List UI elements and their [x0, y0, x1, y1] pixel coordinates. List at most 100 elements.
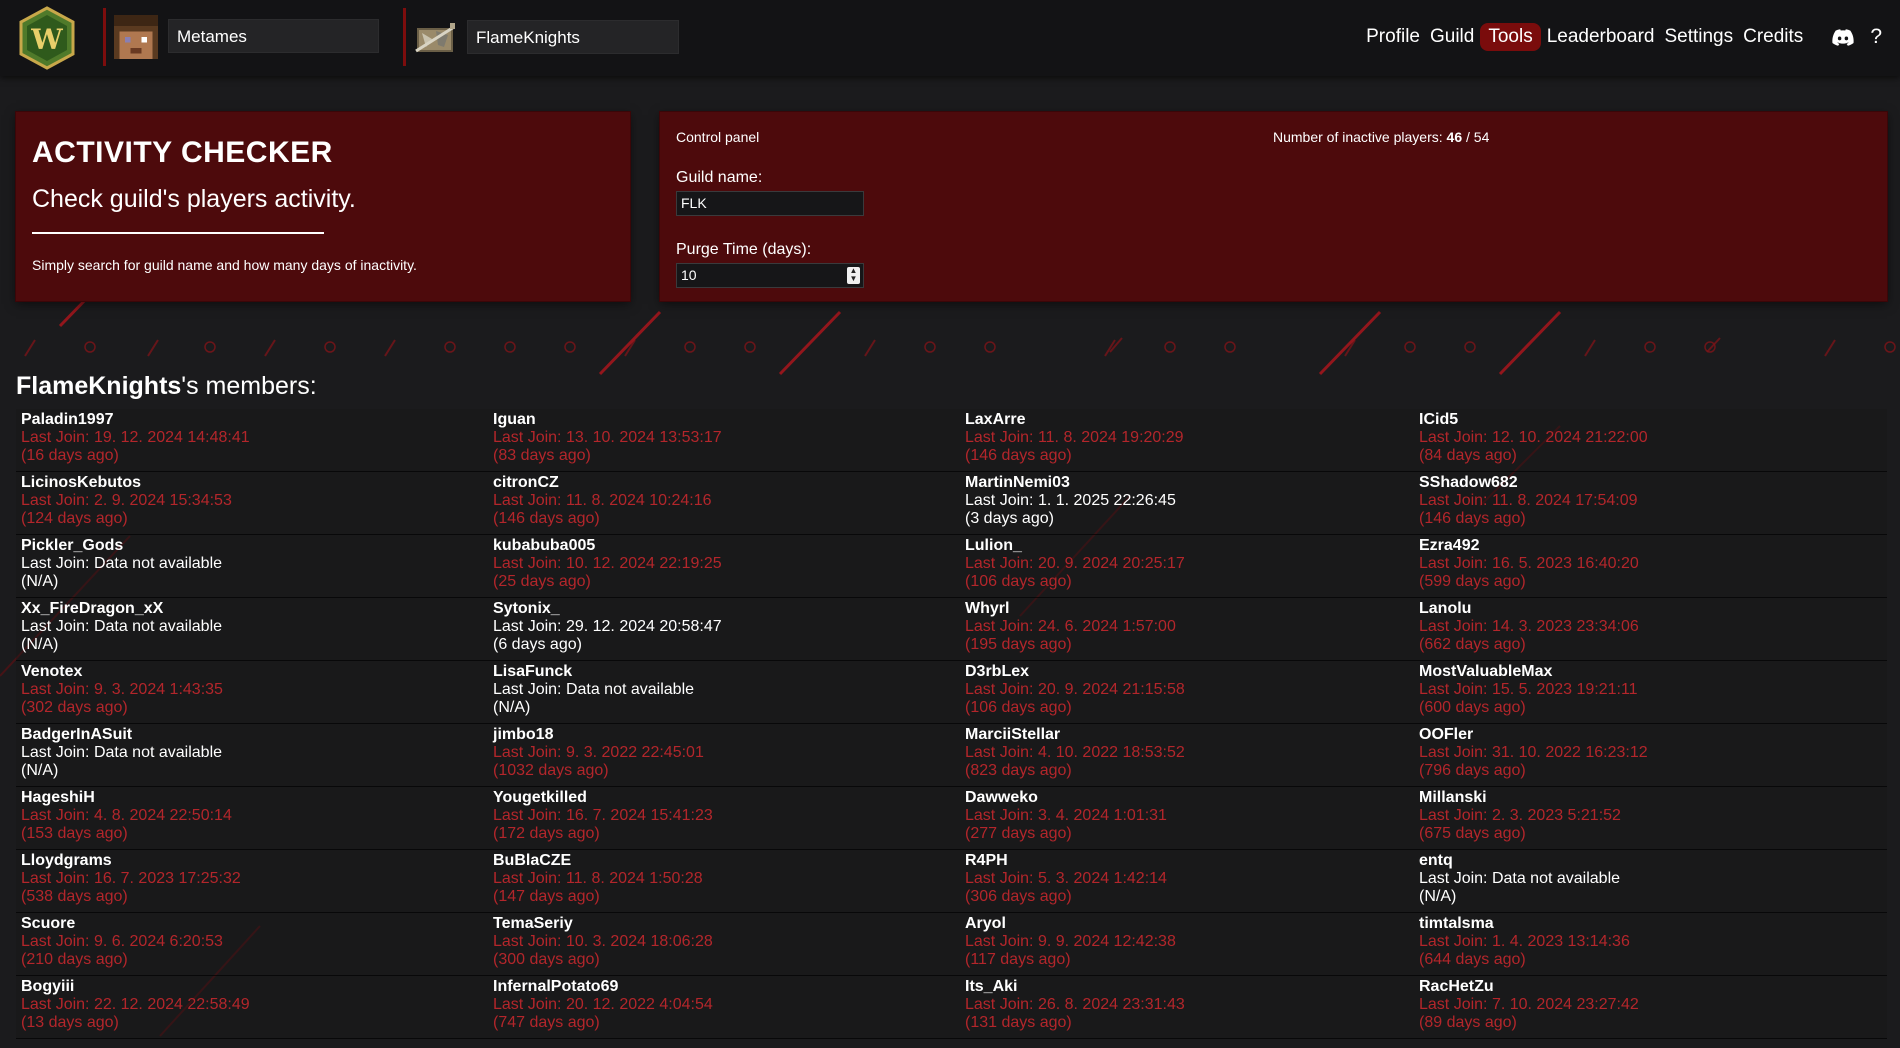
member-name[interactable]: SShadow682 [1419, 474, 1887, 492]
member-name[interactable]: Lulion_ [965, 537, 1414, 555]
member-name[interactable]: Its_Aki [965, 978, 1414, 996]
last-join-value: Data not available [93, 555, 223, 572]
member-card: Bogyiii Last Join: 22. 12. 2024 22:58:49(… [16, 976, 488, 1039]
member-card: MostValuableMax Last Join: 15. 5. 2023 19… [1414, 661, 1887, 724]
player-search-input[interactable]: Metames [168, 19, 379, 53]
member-name[interactable]: MostValuableMax [1419, 663, 1887, 681]
member-name[interactable]: D3rbLex [965, 663, 1414, 681]
page-description: Simply search for guild name and how man… [32, 257, 417, 273]
member-days-ago: (210 days ago) [21, 951, 128, 968]
member-name[interactable]: LaxArre [965, 411, 1414, 429]
member-card: Xx_FireDragon_xX Last Join: Data not avai… [16, 598, 488, 661]
member-name[interactable]: Millanski [1419, 789, 1887, 807]
member-last-join: Last Join: 31. 10. 2022 16:23:12 [1419, 744, 1887, 762]
member-name[interactable]: Venotex [21, 663, 488, 681]
control-panel-title: Control panel [676, 129, 760, 145]
member-name[interactable]: Aryol [965, 915, 1414, 933]
member-name[interactable]: BadgerInASuit [21, 726, 488, 744]
member-name[interactable]: HageshiH [21, 789, 488, 807]
member-name[interactable]: MartinNemi03 [965, 474, 1414, 492]
member-card: D3rbLex Last Join: 20. 9. 2024 21:15:58 (1… [960, 661, 1414, 724]
member-name[interactable]: Pickler_Gods [21, 537, 488, 555]
last-join-prefix: Last Join: [21, 996, 94, 1013]
member-card: InfernalPotato69 Last Join: 20. 12. 2022 … [488, 976, 960, 1039]
guild-name-input[interactable]: FLK [676, 191, 864, 216]
member-card: timtalsma Last Join: 1. 4. 2023 13:14:36(… [1414, 913, 1887, 976]
member-name[interactable]: Yougetkilled [493, 789, 960, 807]
member-name[interactable]: Bogyiii [21, 978, 488, 996]
member-name[interactable]: RacHetZu [1419, 978, 1887, 996]
member-name[interactable]: MarciiStellar [965, 726, 1414, 744]
last-join-prefix: Last Join: [965, 429, 1038, 446]
member-card: ICid5 Last Join: 12. 10. 2024 21:22:00 (84… [1414, 409, 1887, 472]
member-last-join: Last Join: 1. 4. 2023 13:14:36 [1419, 933, 1887, 951]
member-days-ago: (124 days ago) [21, 510, 128, 527]
member-days-ago: (147 days ago) [493, 888, 600, 905]
member-days-ago: (6 days ago) [493, 636, 582, 653]
member-days-ago: (662 days ago) [1419, 636, 1526, 653]
member-name[interactable]: Sytonix_ [493, 600, 960, 618]
member-name[interactable]: citronCZ [493, 474, 960, 492]
number-spinner-icon[interactable]: ▲ ▼ [847, 267, 860, 284]
member-name[interactable]: Paladin1997 [21, 411, 488, 429]
site-logo-icon[interactable]: W [17, 6, 77, 70]
member-name[interactable]: jimbo18 [493, 726, 960, 744]
nav-credits[interactable]: Credits [1739, 23, 1807, 51]
member-name[interactable]: ICid5 [1419, 411, 1887, 429]
discord-icon[interactable] [1832, 28, 1854, 46]
guild-search-input[interactable]: FlameKnights [467, 20, 679, 54]
member-name[interactable]: Whyrl [965, 600, 1414, 618]
last-join-value: 31. 10. 2022 16:23:12 [1491, 744, 1648, 761]
purge-time-value: 10 [681, 267, 697, 283]
member-name[interactable]: TemaSeriy [493, 915, 960, 933]
last-join-value: 16. 5. 2023 16:40:20 [1491, 555, 1639, 572]
member-days-ago: (300 days ago) [493, 951, 600, 968]
member-name[interactable]: Xx_FireDragon_xX [21, 600, 488, 618]
member-card: Paladin1997 Last Join: 19. 12. 2024 14:48… [16, 409, 488, 472]
member-last-join: Last Join: 16. 7. 2023 17:25:32 [21, 870, 488, 888]
member-days-ago: (195 days ago) [965, 636, 1072, 653]
member-last-join: Last Join: Data not available [1419, 870, 1887, 888]
last-join-value: 10. 3. 2024 18:06:28 [565, 933, 713, 950]
member-days-ago: (823 days ago) [965, 762, 1072, 779]
member-name[interactable]: LisaFunck [493, 663, 960, 681]
nav-guild[interactable]: Guild [1426, 23, 1478, 51]
member-name[interactable]: entq [1419, 852, 1887, 870]
member-days-ago: (N/A) [493, 699, 531, 716]
member-name[interactable]: timtalsma [1419, 915, 1887, 933]
member-name[interactable]: Lanolu [1419, 600, 1887, 618]
member-name[interactable]: Iguan [493, 411, 960, 429]
member-name[interactable]: BuBlaCZE [493, 852, 960, 870]
member-card: RacHetZu Last Join: 7. 10. 2024 23:27:42(… [1414, 976, 1887, 1039]
member-days-ago: (N/A) [21, 573, 59, 590]
nav-profile[interactable]: Profile [1362, 23, 1424, 51]
last-join-prefix: Last Join: [493, 429, 566, 446]
member-card: Venotex Last Join: 9. 3. 2024 1:43:35 (302… [16, 661, 488, 724]
last-join-prefix: Last Join: [21, 870, 94, 887]
member-name[interactable]: R4PH [965, 852, 1414, 870]
member-name[interactable]: Dawweko [965, 789, 1414, 807]
member-name[interactable]: LicinosKebutos [21, 474, 488, 492]
member-days-ago: (13 days ago) [21, 1014, 119, 1031]
member-last-join: Last Join: 2. 9. 2024 15:34:53 [21, 492, 488, 510]
member-last-join: Last Join: 4. 8. 2024 22:50:14 [21, 807, 488, 825]
member-name[interactable]: Lloydgrams [21, 852, 488, 870]
nav-tools[interactable]: Tools [1480, 23, 1541, 51]
nav-leaderboard[interactable]: Leaderboard [1543, 23, 1659, 51]
last-join-value: 3. 4. 2024 1:01:31 [1037, 807, 1167, 824]
member-last-join: Last Join: 13. 10. 2024 13:53:17 [493, 429, 960, 447]
purge-time-input[interactable]: 10 ▲ ▼ [676, 263, 864, 288]
last-join-value: 5. 3. 2024 1:42:14 [1037, 870, 1167, 887]
member-days-ago: (N/A) [1419, 888, 1457, 905]
last-join-value: 24. 6. 2024 1:57:00 [1037, 618, 1176, 635]
member-name[interactable]: kubabuba005 [493, 537, 960, 555]
member-name[interactable]: Ezra492 [1419, 537, 1887, 555]
help-icon[interactable]: ? [1870, 25, 1882, 49]
member-name[interactable]: OOFler [1419, 726, 1887, 744]
member-name[interactable]: Scuore [21, 915, 488, 933]
member-name[interactable]: InfernalPotato69 [493, 978, 960, 996]
nav-settings[interactable]: Settings [1660, 23, 1737, 51]
member-days-ago: (277 days ago) [965, 825, 1072, 842]
last-join-value: 16. 7. 2024 15:41:23 [565, 807, 713, 824]
member-card: Whyrl Last Join: 24. 6. 2024 1:57:00 (195 … [960, 598, 1414, 661]
